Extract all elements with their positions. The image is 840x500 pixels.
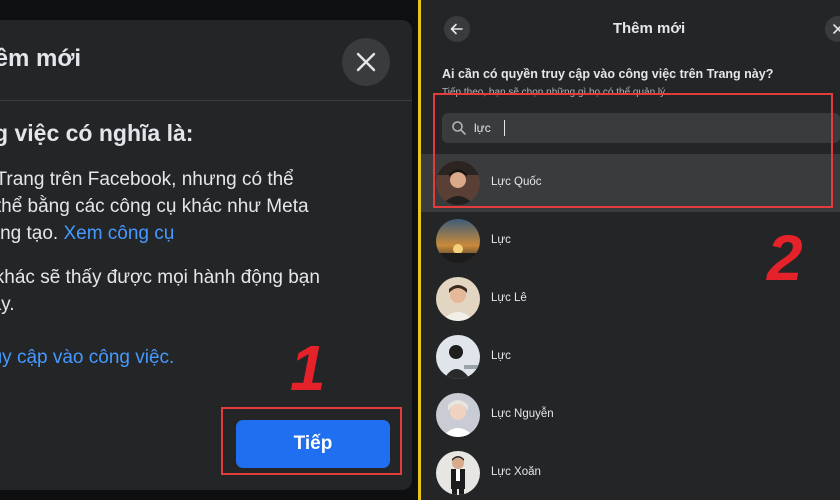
section-heading: ng việc có nghĩa là: xyxy=(0,120,194,146)
dialog-header: Thêm mới xyxy=(421,0,840,56)
result-name: Lực Lê xyxy=(491,292,527,304)
access-link[interactable]: truy cập vào công việc. xyxy=(0,344,174,371)
avatar xyxy=(436,335,480,379)
avatar xyxy=(436,219,480,263)
result-item[interactable]: Lực Xoăn xyxy=(421,444,840,500)
paragraph-text: sáng tạo. xyxy=(0,223,59,244)
description-paragraph-1: g Trang trên Facebook, nhưng có thể ụ th… xyxy=(0,166,309,247)
result-item[interactable]: Lực xyxy=(421,328,840,386)
paragraph-line: ụ thể bằng các công cụ khác như Meta xyxy=(0,196,309,217)
paragraph-line: này. xyxy=(0,294,15,315)
close-icon xyxy=(833,24,840,34)
avatar xyxy=(436,277,480,321)
view-tools-link[interactable]: Xem công cụ xyxy=(63,223,174,244)
result-item[interactable]: Lực Nguyễn xyxy=(421,386,840,444)
next-button[interactable]: Tiếp xyxy=(236,420,390,468)
avatar xyxy=(436,451,480,495)
close-icon xyxy=(356,52,376,72)
dialog-title: Thêm mới xyxy=(612,20,686,37)
avatar xyxy=(436,393,480,437)
step-number-1: 1 xyxy=(290,332,326,404)
close-button[interactable] xyxy=(825,16,840,42)
paragraph-line: ý khác sẽ thấy được mọi hành động bạn xyxy=(0,267,320,288)
dialog-header: hêm mới xyxy=(0,20,412,101)
result-name: Lực Xoăn xyxy=(491,466,541,478)
paragraph-line: sáng tạo. Xem công cụ xyxy=(0,220,309,247)
question-text: Ai cần có quyền truy cập vào công việc t… xyxy=(442,67,774,81)
result-name: Lực xyxy=(491,234,511,246)
result-name: Lực xyxy=(491,350,511,362)
close-button[interactable] xyxy=(342,38,390,86)
step-number-2: 2 xyxy=(767,222,803,294)
paragraph-line: g Trang trên Facebook, nhưng có thể xyxy=(0,169,294,190)
highlight-box-step-2 xyxy=(433,93,833,208)
description-paragraph-2: ý khác sẽ thấy được mọi hành động bạn nà… xyxy=(0,264,320,318)
dialog-title: hêm mới xyxy=(0,45,82,72)
result-name: Lực Nguyễn xyxy=(491,408,554,420)
